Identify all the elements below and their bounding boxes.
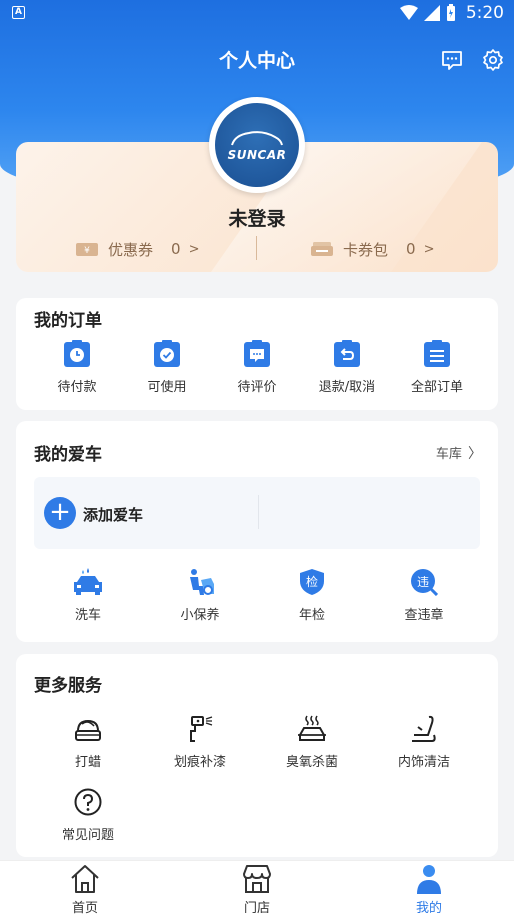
ozone-car-icon [298, 715, 326, 741]
my-car-card: 我的爱车 车库 〉 + 添加爱车 洗车 小保养 检 年检 违 查违章 [16, 421, 498, 642]
coupons-label: 优惠券 [108, 240, 154, 259]
page-title: 个人中心 [218, 50, 295, 72]
service-car-wash[interactable]: 洗车 [43, 568, 133, 623]
coupons-count: 0 [171, 240, 181, 258]
order-all[interactable]: 全部订单 [392, 340, 482, 395]
tab-label: 我的 [415, 901, 442, 914]
coupon-icon: ¥ [76, 243, 98, 256]
list-clipboard-icon [424, 340, 450, 367]
add-plus-icon: + [44, 497, 76, 529]
seat-clean-icon [412, 715, 436, 742]
comment-clipboard-icon [244, 340, 270, 367]
card-pack-label: 卡券包 [343, 240, 389, 259]
message-icon[interactable] [440, 48, 464, 72]
tab-label: 门店 [243, 901, 270, 914]
violation-search-icon: 违 [411, 569, 438, 596]
order-item-label: 待付款 [57, 380, 97, 395]
chevron-right-icon: 〉 [468, 446, 482, 462]
clock: 5:20 [465, 3, 504, 23]
my-car-title: 我的爱车 [34, 445, 102, 465]
add-car-box[interactable]: + 添加爱车 [34, 477, 480, 549]
inspection-shield-icon: 检 [300, 569, 324, 595]
car-service-label: 洗车 [74, 608, 101, 623]
svg-text:¥: ¥ [84, 246, 90, 256]
wallet-divider [256, 236, 257, 260]
store-icon [243, 865, 271, 893]
garage-link[interactable]: 车库 〉 [436, 443, 482, 463]
avatar[interactable]: SUNCAR [209, 97, 305, 193]
spray-paint-icon [190, 716, 213, 742]
service-interior-cleaning[interactable]: 内饰清洁 [379, 715, 469, 770]
more-service-label: 常见问题 [61, 828, 114, 843]
order-refund[interactable]: 退款/取消 [302, 340, 392, 395]
order-usable[interactable]: 可使用 [122, 340, 212, 395]
car-service-label: 查违章 [404, 608, 444, 623]
order-to-review[interactable]: 待评价 [212, 340, 302, 395]
status-bar: A 5:20 [0, 0, 514, 28]
add-car-label: 添加爱车 [83, 506, 144, 524]
tab-label: 首页 [71, 901, 98, 914]
violation-badge-text: 违 [417, 575, 429, 589]
avatar-logo: SUNCAR [215, 103, 299, 187]
add-car-divider [258, 495, 259, 529]
settings-gear-icon[interactable] [481, 48, 505, 72]
app-notification-icon: A [12, 6, 25, 19]
more-service-label: 内饰清洁 [397, 755, 450, 770]
wax-icon [75, 719, 101, 741]
refund-clipboard-icon [334, 340, 360, 367]
wifi-icon [399, 5, 418, 20]
more-service-label: 臭氧杀菌 [285, 755, 338, 770]
garage-link-label: 车库 [435, 447, 462, 462]
service-maintenance[interactable]: 小保养 [155, 568, 245, 623]
tab-store[interactable]: 门店 [217, 863, 297, 914]
tab-mine[interactable]: 我的 [389, 863, 469, 914]
login-status[interactable]: 未登录 [0, 204, 514, 231]
user-icon [417, 865, 441, 894]
avatar-logo-text: SUNCAR [227, 148, 287, 162]
service-waxing[interactable]: 打蜡 [43, 715, 133, 770]
order-pending-payment[interactable]: 待付款 [32, 340, 122, 395]
service-faq[interactable]: 常见问题 [43, 788, 133, 843]
more-service-label: 划痕补漆 [173, 755, 226, 770]
car-outline-icon [231, 131, 283, 146]
card-pack-icon [311, 242, 333, 256]
service-violation-check[interactable]: 违 查违章 [379, 568, 469, 623]
coupons-link[interactable]: ¥ 优惠券 0 > [76, 236, 199, 262]
orders-title: 我的订单 [34, 311, 102, 331]
orders-card: 我的订单 待付款 可使用 待评价 退款/取消 全部订单 [16, 298, 498, 410]
order-item-label: 全部订单 [410, 380, 463, 395]
check-clipboard-icon [154, 340, 180, 367]
bottom-tab-bar: 首页 门店 我的 [0, 860, 514, 914]
car-service-label: 年检 [298, 608, 325, 623]
chevron-right-icon: > [188, 241, 200, 257]
battery-icon [446, 4, 455, 21]
tab-home[interactable]: 首页 [45, 863, 125, 914]
clock-clipboard-icon [64, 340, 90, 367]
card-pack-count: 0 [406, 240, 416, 258]
signal-icon [423, 5, 440, 21]
card-pack-link[interactable]: 卡券包 0 > [311, 236, 434, 262]
car-wash-icon [74, 568, 102, 595]
home-icon [71, 865, 99, 893]
inspection-badge-text: 检 [306, 574, 318, 589]
service-scratch-repair[interactable]: 划痕补漆 [155, 715, 245, 770]
service-ozone-sterilization[interactable]: 臭氧杀菌 [267, 715, 357, 770]
chevron-right-icon: > [423, 241, 435, 257]
order-item-label: 可使用 [147, 380, 187, 395]
more-services-card: 更多服务 打蜡 划痕补漆 臭氧杀菌 内饰清洁 常见问题 [16, 654, 498, 857]
more-service-label: 打蜡 [74, 755, 101, 770]
order-item-label: 待评价 [237, 380, 277, 395]
maintenance-icon [190, 569, 214, 595]
question-icon [74, 788, 102, 816]
car-service-label: 小保养 [180, 608, 220, 623]
order-item-label: 退款/取消 [318, 380, 376, 395]
service-annual-inspection[interactable]: 检 年检 [267, 568, 357, 623]
more-services-title: 更多服务 [34, 676, 102, 696]
